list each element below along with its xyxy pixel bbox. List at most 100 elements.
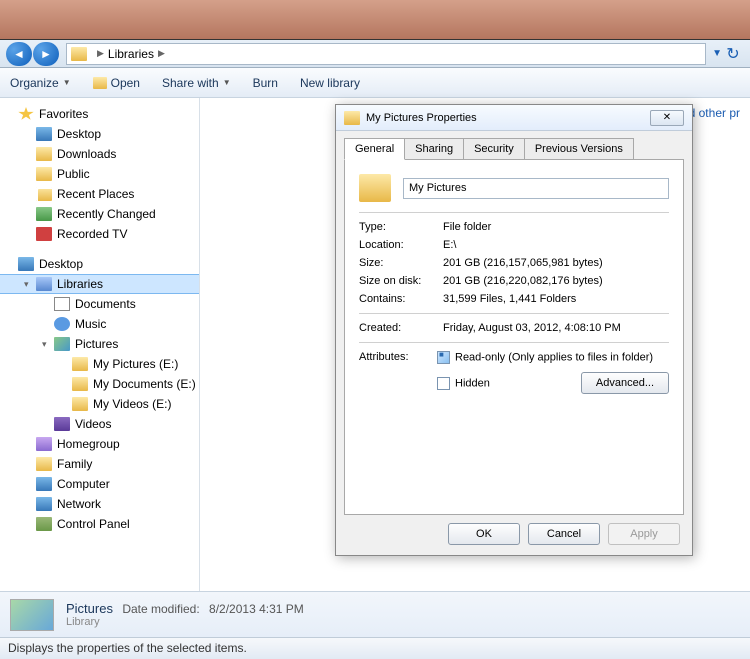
apply-button: Apply: [608, 523, 680, 545]
label-size: Size:: [359, 257, 443, 269]
details-type: Library: [66, 616, 304, 628]
search-folder-icon: [36, 207, 52, 221]
label-created: Created:: [359, 322, 443, 334]
readonly-label: Read-only (Only applies to files in fold…: [455, 351, 653, 363]
folder-icon: [72, 397, 88, 411]
dropdown-icon[interactable]: ▼: [712, 48, 722, 59]
properties-dialog: My Pictures Properties ✕ General Sharing…: [335, 104, 693, 556]
value-type: File folder: [443, 221, 491, 233]
label-attributes: Attributes:: [359, 351, 437, 394]
user-icon: [36, 457, 52, 471]
value-location: E:\: [443, 239, 456, 251]
videos-icon: [54, 417, 70, 431]
window-titlebar: [0, 0, 750, 40]
value-contains: 31,599 Files, 1,441 Folders: [443, 293, 576, 305]
details-name: Pictures: [66, 601, 113, 616]
tab-security[interactable]: Security: [463, 138, 525, 160]
folder-icon: [36, 147, 52, 161]
tab-general-body: Type:File folder Location:E:\ Size:201 G…: [344, 159, 684, 515]
folder-name-input[interactable]: [403, 178, 669, 199]
value-sizeondisk: 201 GB (216,220,082,176 bytes): [443, 275, 603, 287]
tree-mypictures[interactable]: My Pictures (E:): [0, 354, 199, 374]
nav-bar: ◄ ► ▶ Libraries ▶ ▼ ↻: [0, 40, 750, 68]
control-panel-icon: [36, 517, 52, 531]
forward-button[interactable]: ►: [33, 42, 59, 66]
details-mod-label: Date modified:: [122, 602, 199, 616]
computer-icon: [36, 477, 52, 491]
thumbnail-icon: [10, 599, 54, 631]
tree-lib-music[interactable]: Music: [0, 314, 199, 334]
tree-myvideos[interactable]: My Videos (E:): [0, 394, 199, 414]
dialog-title: My Pictures Properties: [366, 112, 477, 124]
network-icon: [36, 497, 52, 511]
burn-button[interactable]: Burn: [253, 76, 278, 90]
tree-lib-documents[interactable]: Documents: [0, 294, 199, 314]
tree-fav-public[interactable]: Public: [0, 164, 199, 184]
folder-icon: [72, 377, 88, 391]
ok-button[interactable]: OK: [448, 523, 520, 545]
tree-fav-desktop[interactable]: Desktop: [0, 124, 199, 144]
folder-icon: [344, 111, 360, 125]
chevron-down-icon[interactable]: ▾: [24, 279, 34, 290]
refresh-icon[interactable]: ↻: [722, 44, 744, 64]
advanced-button[interactable]: Advanced...: [581, 372, 669, 394]
chevron-down-icon[interactable]: ▾: [42, 339, 52, 350]
label-location: Location:: [359, 239, 443, 251]
folder-open-icon: [93, 77, 107, 89]
tab-strip: General Sharing Security Previous Versio…: [336, 131, 692, 159]
value-created: Friday, August 03, 2012, 4:08:10 PM: [443, 322, 621, 334]
organize-menu[interactable]: Organize▼: [10, 76, 71, 90]
tv-icon: [36, 227, 52, 241]
label-type: Type:: [359, 221, 443, 233]
tree-fav-downloads[interactable]: Downloads: [0, 144, 199, 164]
details-mod-value: 8/2/2013 4:31 PM: [209, 602, 304, 616]
homegroup-icon: [36, 437, 52, 451]
details-pane: Pictures Date modified: 8/2/2013 4:31 PM…: [0, 591, 750, 637]
chevron-right-icon: ▶: [97, 48, 104, 59]
document-icon: [54, 297, 70, 311]
open-button[interactable]: Open: [93, 76, 140, 90]
star-icon: [18, 107, 34, 121]
new-library-button[interactable]: New library: [300, 76, 360, 90]
share-menu[interactable]: Share with▼: [162, 76, 231, 90]
dialog-titlebar[interactable]: My Pictures Properties ✕: [336, 105, 692, 131]
tree-computer[interactable]: Computer: [0, 474, 199, 494]
back-button[interactable]: ◄: [6, 42, 32, 66]
tree-favorites[interactable]: Favorites: [0, 104, 199, 124]
folder-icon: [36, 167, 52, 181]
breadcrumb-root[interactable]: Libraries: [108, 47, 154, 61]
tab-general[interactable]: General: [344, 138, 405, 160]
libraries-icon: [36, 277, 52, 291]
tree-homegroup[interactable]: Homegroup: [0, 434, 199, 454]
tree-network[interactable]: Network: [0, 494, 199, 514]
tree-fav-recent[interactable]: Recent Places: [0, 184, 199, 204]
hidden-checkbox[interactable]: [437, 377, 450, 390]
tree-family[interactable]: Family: [0, 454, 199, 474]
chevron-down-icon: ▼: [223, 78, 231, 87]
desktop-icon: [18, 257, 34, 271]
tab-sharing[interactable]: Sharing: [404, 138, 464, 160]
tree-lib-pictures[interactable]: ▾Pictures: [0, 334, 199, 354]
command-bar: Organize▼ Open Share with▼ Burn New libr…: [0, 68, 750, 98]
folder-icon: [72, 357, 88, 371]
navigation-tree: Favorites Desktop Downloads Public Recen…: [0, 98, 200, 591]
tab-previous-versions[interactable]: Previous Versions: [524, 138, 634, 160]
tree-controlpanel[interactable]: Control Panel: [0, 514, 199, 534]
desktop-icon: [36, 127, 52, 141]
tree-libraries[interactable]: ▾Libraries: [0, 274, 199, 294]
tree-fav-changed[interactable]: Recently Changed: [0, 204, 199, 224]
tree-lib-videos[interactable]: Videos: [0, 414, 199, 434]
cancel-button[interactable]: Cancel: [528, 523, 600, 545]
readonly-checkbox[interactable]: [437, 351, 450, 364]
address-bar[interactable]: ▶ Libraries ▶: [66, 43, 706, 65]
tree-desktop[interactable]: Desktop: [0, 254, 199, 274]
status-bar: Displays the properties of the selected …: [0, 637, 750, 659]
tree-mydocuments[interactable]: My Documents (E:): [0, 374, 199, 394]
label-contains: Contains:: [359, 293, 443, 305]
music-icon: [54, 317, 70, 331]
tree-fav-tv[interactable]: Recorded TV: [0, 224, 199, 244]
chevron-down-icon: ▼: [63, 78, 71, 87]
pictures-icon: [54, 337, 70, 351]
close-button[interactable]: ✕: [650, 110, 684, 126]
recent-icon: [36, 187, 52, 201]
